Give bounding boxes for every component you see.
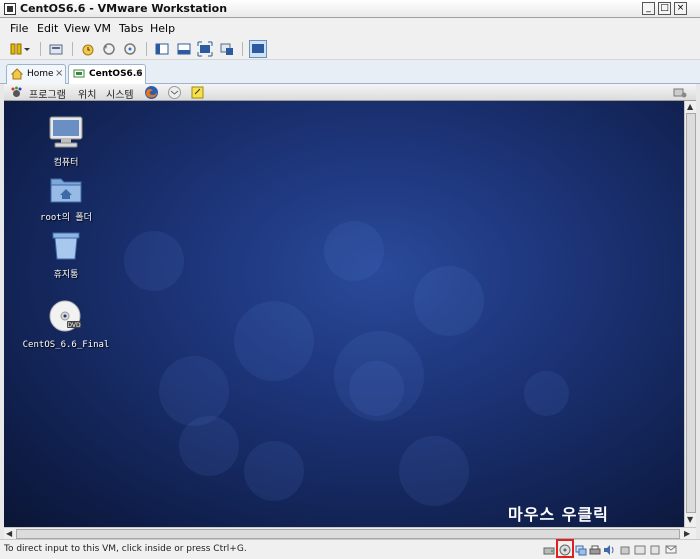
toolbar-separator	[40, 42, 41, 56]
menu-file[interactable]: File	[10, 22, 28, 35]
tab-bar: Home × CentOS6.6 ×	[0, 60, 700, 84]
system-menu[interactable]: 시스템	[106, 86, 134, 101]
window-title: CentOS6.6 - VMware Workstation	[20, 2, 228, 15]
wallpaper-bubble	[349, 361, 404, 416]
wallpaper-bubble	[179, 416, 239, 476]
send-ctrl-alt-del-icon[interactable]	[48, 41, 64, 57]
snapshot-manager-icon[interactable]	[122, 41, 138, 57]
toolbar-separator	[72, 42, 73, 56]
trash-icon	[52, 232, 80, 260]
highlight-box	[556, 539, 574, 558]
svg-text:DVD: DVD	[67, 322, 81, 329]
notes-icon[interactable]	[190, 85, 205, 100]
toolbar	[0, 38, 700, 60]
menu-edit[interactable]: Edit	[37, 22, 58, 35]
menu-help[interactable]: Help	[150, 22, 175, 35]
dropdown-icon[interactable]	[22, 41, 32, 57]
wallpaper-bubble	[159, 356, 229, 426]
menu-view[interactable]: View	[64, 22, 90, 35]
places-menu[interactable]: 위치	[78, 86, 96, 101]
desktop-icon-home-folder[interactable]: root의 폴더	[21, 174, 111, 223]
console-view-icon[interactable]	[249, 40, 267, 58]
maximize-button[interactable]: □	[658, 2, 671, 15]
sound-icon[interactable]	[603, 544, 615, 556]
snapshot-icon[interactable]	[80, 41, 96, 57]
menu-vm[interactable]: VM	[94, 22, 111, 35]
wallpaper-bubble	[244, 441, 304, 501]
wallpaper-bubble	[414, 266, 484, 336]
hard-disk-icon[interactable]	[543, 544, 555, 556]
scroll-right-icon[interactable]: ▶	[684, 529, 690, 538]
show-library-icon[interactable]	[154, 41, 170, 57]
gnome-foot-icon	[11, 86, 22, 97]
guest-desktop[interactable]: 컴퓨터 root의 폴더 휴지통 DVD CentOS_6.6_Final 마우…	[4, 101, 684, 527]
scrollbar-thumb[interactable]	[686, 113, 696, 513]
desktop-icon-computer[interactable]: 컴퓨터	[21, 115, 111, 168]
desktop-icon-label: 휴지통	[53, 270, 79, 280]
tab-home[interactable]: Home ×	[6, 64, 66, 84]
tab-home-label: Home	[27, 69, 54, 79]
usb-icon[interactable]	[619, 544, 631, 556]
desktop-icon-dvd[interactable]: DVD CentOS_6.6_Final	[21, 300, 111, 350]
desktop-icon-trash[interactable]: 휴지통	[21, 231, 111, 280]
vm-icon	[73, 69, 85, 78]
desktop-icon-label: CentOS_6.6_Final	[22, 340, 110, 350]
wallpaper-bubble	[524, 371, 569, 416]
scrollbar-thumb[interactable]	[16, 529, 680, 539]
wallpaper-bubble	[234, 301, 314, 381]
horizontal-scrollbar[interactable]: ◀ ▶	[4, 527, 696, 539]
scroll-up-icon[interactable]: ▲	[687, 102, 693, 111]
guest-top-panel: 프로그램 위치 시스템	[4, 84, 696, 101]
mail-icon[interactable]	[167, 85, 182, 100]
close-button[interactable]: ×	[674, 2, 687, 15]
display-icon[interactable]	[634, 544, 646, 556]
home-icon	[11, 68, 23, 80]
status-text: To direct input to this VM, click inside…	[4, 544, 247, 554]
applications-menu[interactable]: 프로그램	[29, 86, 66, 101]
revert-snapshot-icon[interactable]	[101, 41, 117, 57]
wallpaper-bubble	[124, 231, 184, 291]
dvd-icon: DVD	[49, 300, 81, 332]
wallpaper-bubble	[324, 221, 384, 281]
floppy-icon[interactable]	[649, 544, 661, 556]
status-bar: To direct input to this VM, click inside…	[0, 539, 700, 559]
annotation-text: 마우스 우클릭	[508, 505, 609, 524]
quick-switch-icon[interactable]	[176, 41, 192, 57]
desktop-icon-label: 컴퓨터	[53, 158, 79, 168]
printer-icon[interactable]	[589, 544, 601, 556]
window-frame-right	[696, 84, 700, 539]
wallpaper-bubble	[399, 436, 469, 506]
full-screen-icon[interactable]	[197, 41, 213, 57]
toolbar-separator	[146, 42, 147, 56]
title-bar: CentOS6.6 - VMware Workstation _ □ ×	[0, 0, 700, 18]
menu-bar: File Edit View VM Tabs Help	[0, 18, 700, 38]
message-icon[interactable]	[665, 544, 677, 556]
menu-tabs[interactable]: Tabs	[119, 22, 143, 35]
tab-centos[interactable]: CentOS6.6 ×	[68, 64, 146, 84]
network-adapter-icon[interactable]	[575, 544, 587, 556]
vmware-app-icon	[4, 3, 16, 15]
close-icon[interactable]: ×	[55, 68, 63, 79]
minimize-button[interactable]: _	[642, 2, 655, 15]
toolbar-separator	[242, 42, 243, 56]
unity-icon[interactable]	[219, 41, 235, 57]
computer-icon	[49, 116, 83, 148]
network-icon[interactable]	[672, 86, 688, 99]
scroll-left-icon[interactable]: ◀	[6, 529, 12, 538]
desktop-icon-label: root의 폴더	[40, 213, 92, 223]
firefox-icon[interactable]	[144, 85, 159, 100]
scroll-down-icon[interactable]: ▼	[687, 515, 693, 524]
vertical-scrollbar[interactable]: ▲ ▼	[684, 101, 696, 527]
close-icon[interactable]: ×	[135, 68, 143, 79]
home-folder-icon	[50, 178, 82, 203]
